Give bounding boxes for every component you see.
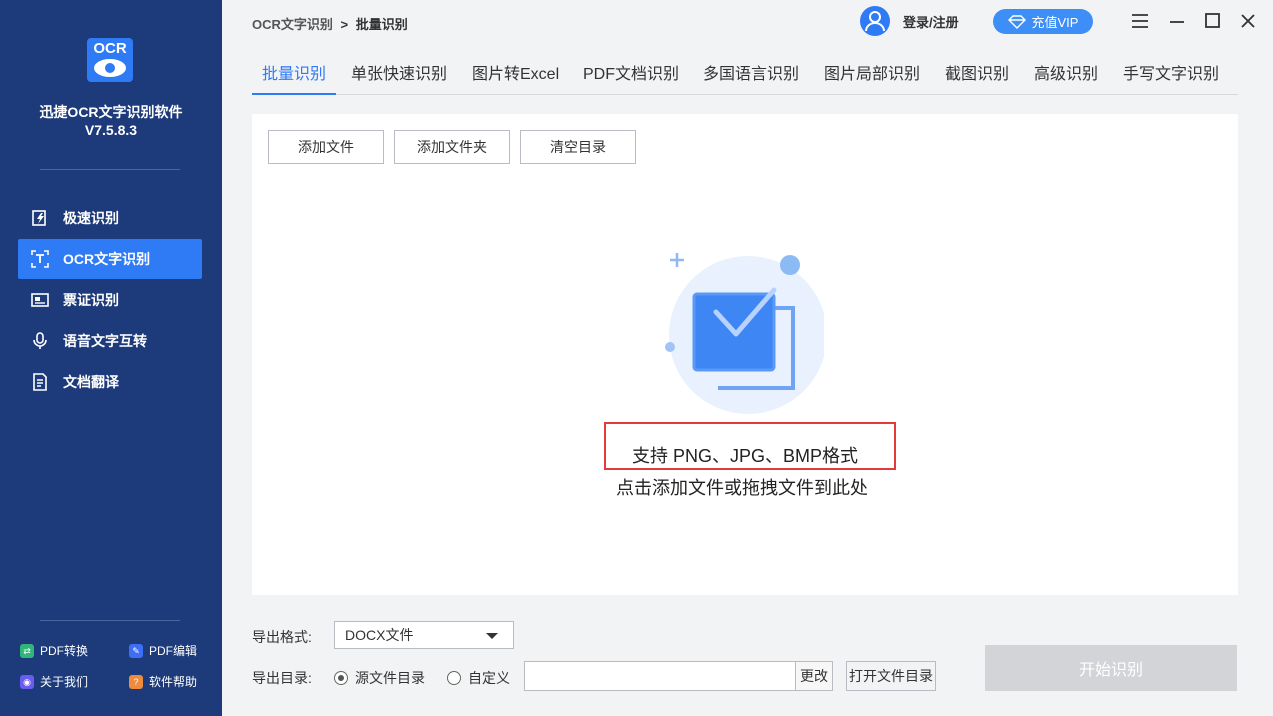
pdf-convert-link[interactable]: ⇄ PDF转换 — [20, 642, 88, 659]
export-format-label: 导出格式: — [252, 629, 312, 645]
export-dir-label: 导出目录: — [252, 670, 312, 686]
radio-custom-dir[interactable]: 自定义 — [447, 668, 510, 688]
tab-batch[interactable]: 批量识别 — [252, 54, 337, 95]
sidebar-item-label: OCR文字识别 — [63, 251, 151, 267]
logo-text: OCR — [93, 40, 127, 57]
sidebar-item-ocr[interactable]: OCR文字识别 — [18, 239, 202, 279]
tab-pdf-recognition[interactable]: PDF文档识别 — [583, 54, 679, 95]
sidebar-item-translate[interactable]: 文档翻译 — [18, 362, 202, 402]
breadcrumb: OCR文字识别 > 批量识别 — [252, 14, 408, 33]
tab-multi-language[interactable]: 多国语言识别 — [703, 54, 799, 95]
tab-handwriting[interactable]: 手写文字识别 — [1123, 54, 1219, 95]
sidebar-item-label: 语音文字互转 — [63, 333, 147, 349]
minimize-icon[interactable] — [1168, 12, 1186, 30]
translate-doc-icon — [30, 372, 50, 392]
app-name: 迅捷OCR文字识别软件 — [39, 104, 183, 120]
pdf-edit-icon: ✎ — [129, 643, 143, 658]
radio-source-dir[interactable]: 源文件目录 — [334, 668, 425, 688]
sidebar-divider-top — [40, 169, 180, 170]
tab-single-quick[interactable]: 单张快速识别 — [351, 54, 447, 95]
vip-label: 充值VIP — [1031, 15, 1079, 30]
close-icon[interactable] — [1239, 12, 1257, 30]
lightning-doc-icon — [30, 208, 50, 228]
clear-list-button[interactable]: 清空目录 — [520, 130, 636, 164]
text-scan-icon — [30, 249, 50, 269]
breadcrumb-separator: > — [340, 17, 349, 32]
help-label: 软件帮助 — [149, 675, 198, 689]
sidebar-item-label: 极速识别 — [63, 210, 119, 226]
pdf-convert-label: PDF转换 — [40, 644, 89, 658]
export-format-dropdown[interactable]: DOCX文件 — [334, 621, 514, 649]
diamond-icon — [1007, 14, 1026, 29]
sidebar-item-label: 票证识别 — [63, 292, 119, 308]
sidebar-item-ticket[interactable]: 票证识别 — [18, 280, 202, 320]
sidebar-item-speech[interactable]: 语音文字互转 — [18, 321, 202, 361]
sidebar-item-speed-recognition[interactable]: 极速识别 — [18, 198, 202, 238]
sidebar-nav: 极速识别 OCR文字识别 票证识别 语音文字互转 文档翻译 — [18, 198, 202, 403]
open-dir-button[interactable]: 打开文件目录 — [846, 661, 936, 691]
ticket-icon — [30, 290, 50, 310]
about-icon: ◉ — [20, 674, 34, 689]
add-folder-button[interactable]: 添加文件夹 — [394, 130, 510, 164]
radio-checked-icon[interactable] — [334, 671, 348, 685]
app-logo: OCR — [87, 38, 133, 82]
about-link[interactable]: ◉ 关于我们 — [20, 673, 88, 690]
export-format-value: DOCX文件 — [345, 627, 414, 643]
export-path-input[interactable] — [524, 661, 796, 691]
user-login[interactable]: 登录/注册 — [860, 6, 959, 36]
breadcrumb-root[interactable]: OCR文字识别 — [252, 17, 333, 32]
eye-icon — [94, 59, 126, 77]
help-icon: ? — [129, 674, 143, 689]
about-label: 关于我们 — [40, 675, 89, 689]
sidebar-divider-bottom — [40, 620, 180, 621]
sidebar-item-label: 文档翻译 — [63, 374, 119, 390]
login-register-link[interactable]: 登录/注册 — [903, 12, 959, 31]
add-file-button[interactable]: 添加文件 — [268, 130, 384, 164]
microphone-icon — [30, 331, 50, 351]
pdf-convert-icon: ⇄ — [20, 643, 34, 658]
chevron-down-icon — [486, 633, 498, 639]
help-link[interactable]: ? 软件帮助 — [129, 673, 197, 690]
breadcrumb-current: 批量识别 — [355, 17, 408, 32]
tab-image-to-excel[interactable]: 图片转Excel — [472, 54, 559, 95]
change-dir-button[interactable]: 更改 — [795, 661, 833, 691]
radio-source-dir-label: 源文件目录 — [355, 670, 425, 686]
tab-advanced[interactable]: 高级识别 — [1034, 54, 1098, 95]
supported-formats-text: 支持 PNG、JPG、BMP格式 — [631, 446, 859, 466]
radio-unchecked-icon[interactable] — [447, 671, 461, 685]
sidebar: OCR 迅捷OCR文字识别软件 V7.5.8.3 极速识别 OCR文字识别 票证… — [0, 0, 222, 716]
tab-screenshot[interactable]: 截图识别 — [945, 54, 1009, 95]
radio-custom-dir-label: 自定义 — [468, 670, 510, 686]
menu-icon[interactable] — [1131, 12, 1149, 30]
upload-illustration-icon — [664, 250, 827, 420]
pdf-edit-link[interactable]: ✎ PDF编辑 — [129, 642, 197, 659]
pdf-edit-label: PDF编辑 — [149, 644, 198, 658]
top-bar: OCR文字识别 > 批量识别 登录/注册 充值VIP — [222, 0, 1273, 44]
tab-image-partial[interactable]: 图片局部识别 — [824, 54, 920, 95]
user-avatar-icon — [860, 6, 890, 36]
drop-hint-text: 点击添加文件或拖拽文件到此处 — [616, 478, 868, 498]
recharge-vip-button[interactable]: 充值VIP — [993, 9, 1093, 34]
app-version: V7.5.8.3 — [84, 122, 138, 138]
feature-tabs: 批量识别 单张快速识别 图片转Excel PDF文档识别 多国语言识别 图片局部… — [252, 54, 1238, 95]
file-drop-area[interactable]: 添加文件 添加文件夹 清空目录 支持 PNG、JPG、BMP格式 点击添加文件或… — [252, 114, 1238, 595]
maximize-icon[interactable] — [1204, 12, 1222, 30]
start-recognition-button[interactable]: 开始识别 — [985, 645, 1237, 691]
